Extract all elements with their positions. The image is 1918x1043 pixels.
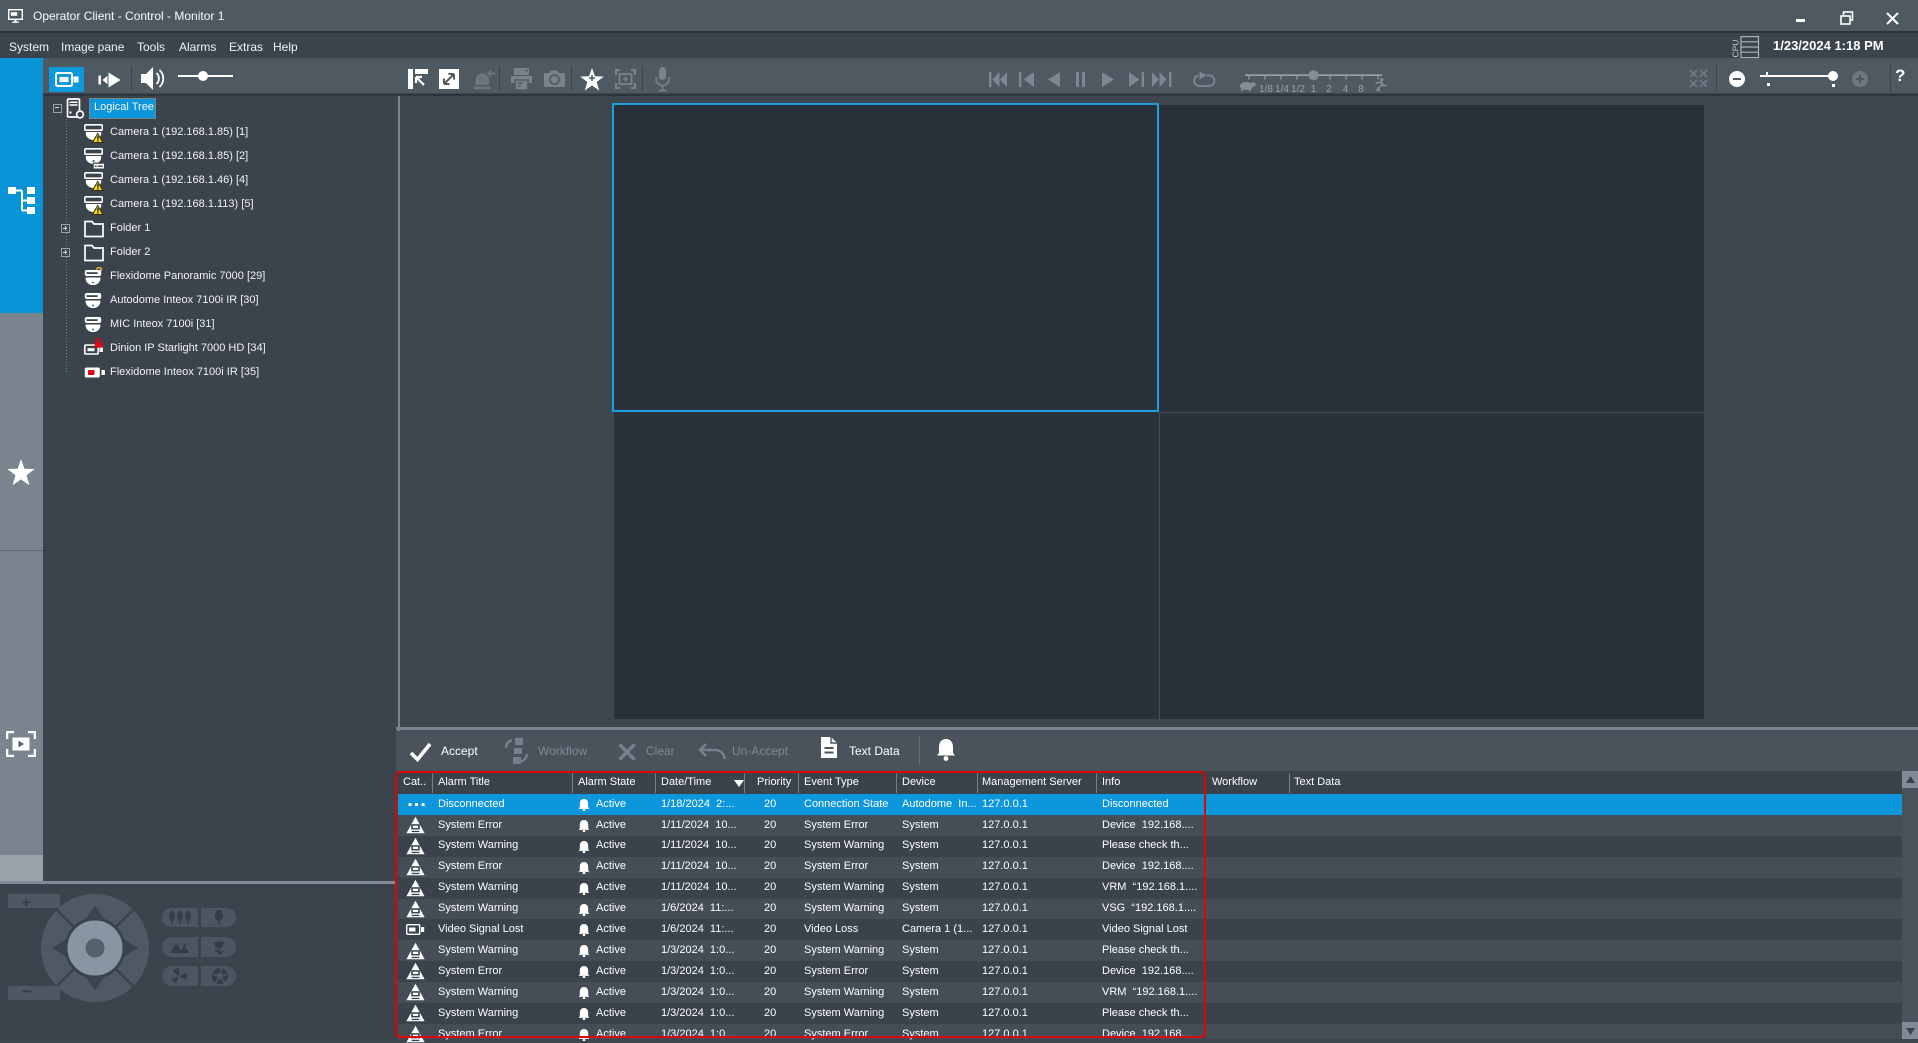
svg-text:1/8: 1/8	[1259, 84, 1273, 94]
svg-text:1/4: 1/4	[1275, 84, 1289, 94]
svg-text:2: 2	[1326, 84, 1332, 94]
svg-text:4: 4	[1343, 84, 1349, 94]
svg-text:8: 8	[1358, 84, 1364, 94]
svg-text:1/2: 1/2	[1291, 84, 1305, 94]
svg-text:CPU: CPU	[1731, 40, 1741, 58]
svg-text:1: 1	[1311, 84, 1317, 94]
